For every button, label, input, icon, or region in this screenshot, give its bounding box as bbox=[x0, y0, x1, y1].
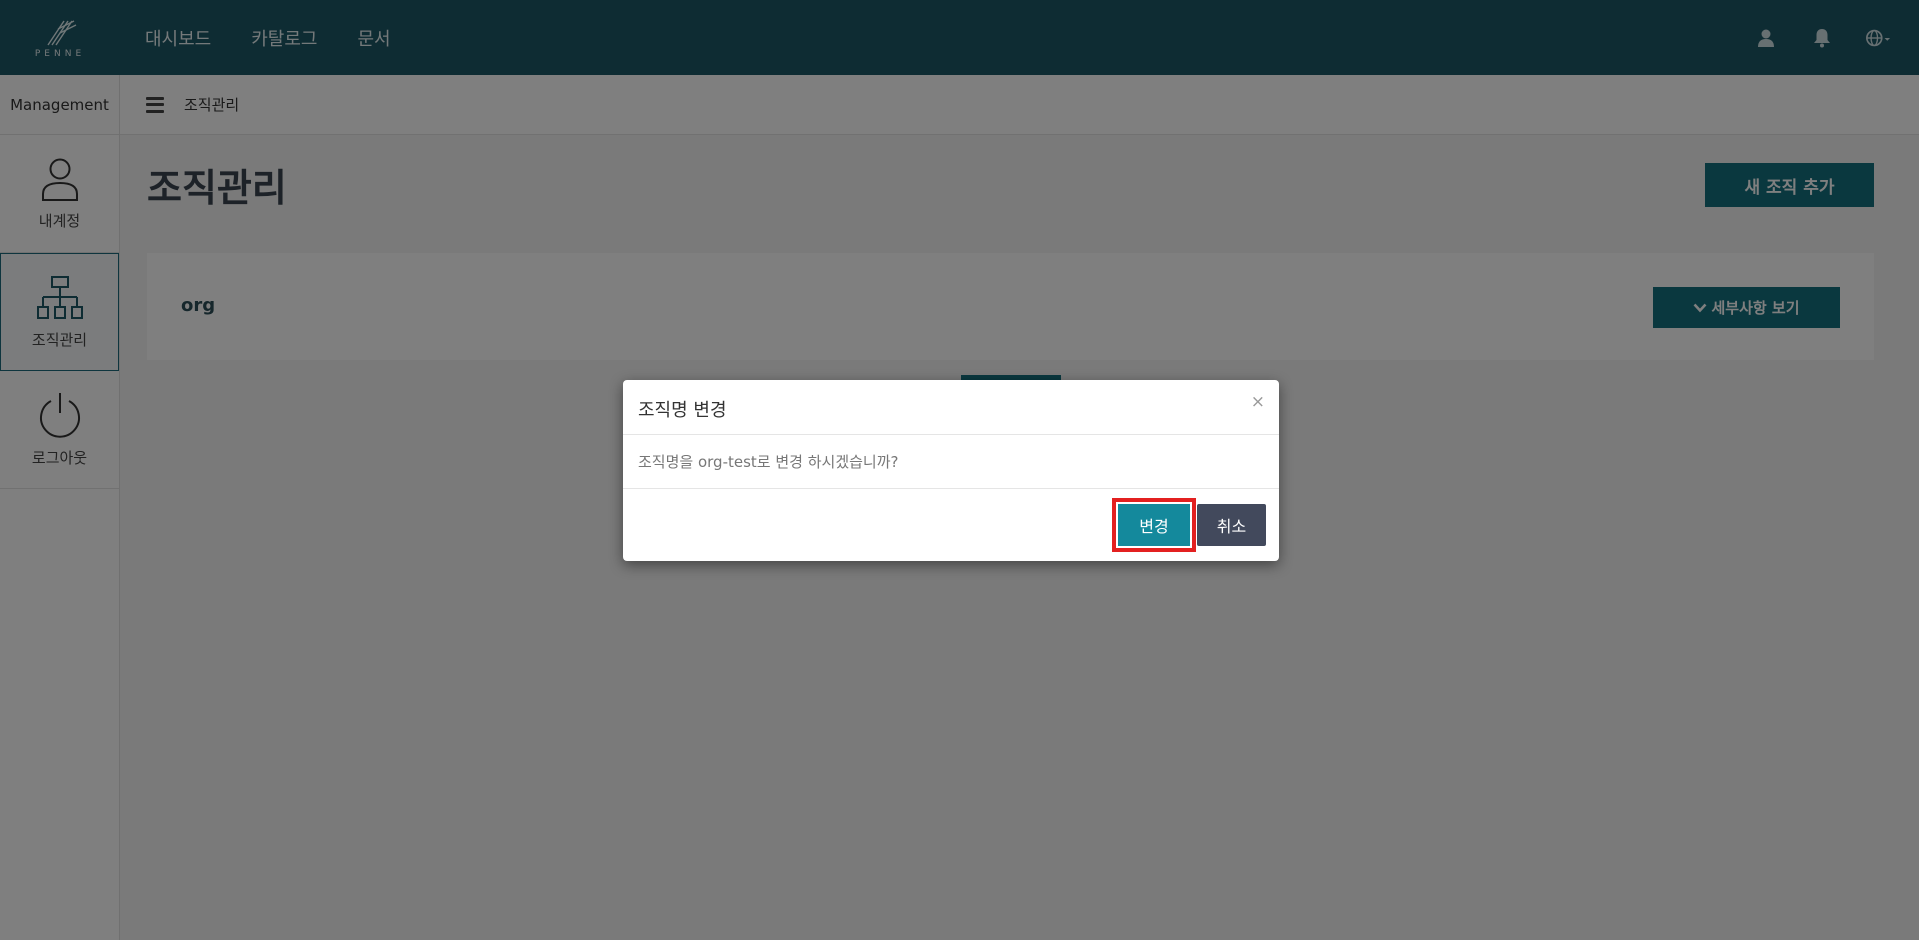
modal-body: 조직명을 org-test로 변경 하시겠습니까? bbox=[623, 435, 1279, 489]
modal-header: 조직명 변경 × bbox=[623, 380, 1279, 435]
modal-footer: 변경 취소 bbox=[623, 489, 1279, 560]
modal-title: 조직명 변경 bbox=[638, 400, 727, 421]
cancel-button[interactable]: 취소 bbox=[1197, 504, 1266, 546]
confirm-change-button[interactable]: 변경 bbox=[1118, 504, 1190, 546]
close-icon[interactable]: × bbox=[1251, 392, 1265, 412]
modal-message: 조직명을 org-test로 변경 하시겠습니까? bbox=[638, 453, 899, 471]
rename-org-modal: 조직명 변경 × 조직명을 org-test로 변경 하시겠습니까? 변경 취소 bbox=[623, 380, 1279, 561]
